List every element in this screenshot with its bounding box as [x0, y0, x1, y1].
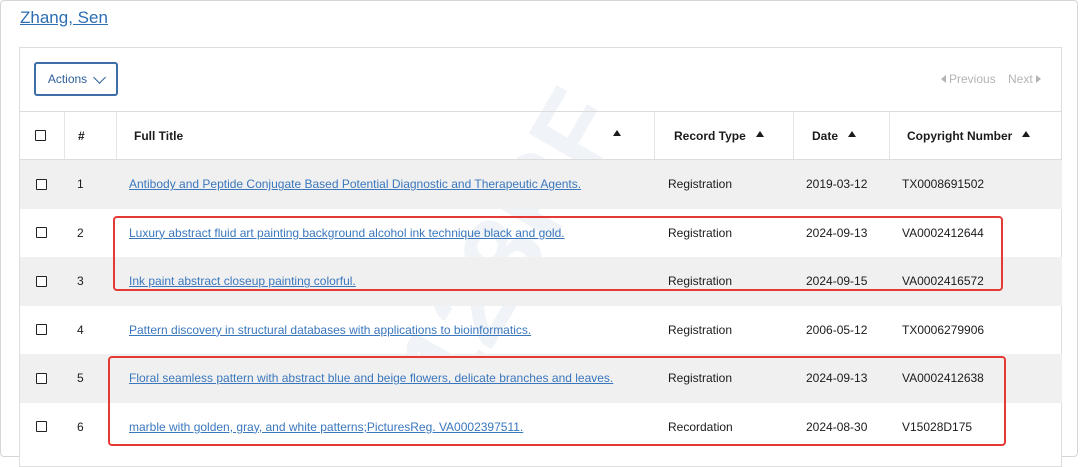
- row-index: 2: [77, 225, 84, 240]
- row-index: 5: [77, 371, 84, 386]
- header-record-type-label: Record Type: [674, 128, 746, 143]
- row-checkbox[interactable]: [36, 275, 47, 287]
- record-title-link[interactable]: Antibody and Peptide Conjugate Based Pot…: [129, 177, 581, 191]
- chevron-down-icon: [93, 70, 107, 84]
- row-title-cell: Pattern discovery in structural database…: [129, 306, 531, 355]
- row-date: 2019-03-12: [806, 177, 868, 192]
- row-select-cell: [36, 160, 47, 209]
- header-copyright-number[interactable]: Copyright Number: [907, 112, 1031, 159]
- row-copyright-number: TX0008691502: [902, 177, 985, 192]
- select-all-cell: [35, 112, 55, 159]
- row-select-cell: [36, 354, 47, 403]
- row-select-cell: [36, 257, 47, 306]
- header-full-title-label: Full Title: [134, 128, 184, 143]
- row-checkbox[interactable]: [36, 324, 47, 336]
- row-select-cell: [36, 403, 47, 452]
- row-copyright-number: TX0006279906: [902, 322, 985, 337]
- sort-up-icon: [613, 130, 621, 136]
- row-index: 1: [77, 177, 84, 192]
- column-divider: [889, 112, 890, 159]
- column-divider: [654, 112, 655, 159]
- header-date[interactable]: Date: [812, 112, 857, 159]
- row-index: 3: [77, 274, 84, 289]
- row-date: 2006-05-12: [806, 322, 868, 337]
- row-checkbox[interactable]: [36, 372, 47, 384]
- header-index: #: [78, 128, 85, 143]
- header-copyright-number-label: Copyright Number: [907, 128, 1013, 143]
- sort-up-icon: [848, 130, 857, 137]
- row-record-type: Registration: [668, 322, 733, 337]
- row-select-cell: [36, 306, 47, 355]
- column-divider: [793, 112, 794, 159]
- previous-label: Previous: [949, 72, 996, 86]
- row-index: 4: [77, 322, 84, 337]
- highlight-box: [113, 216, 1003, 291]
- author-name-link[interactable]: Zhang, Sen: [20, 8, 108, 28]
- sort-up-icon: [755, 130, 764, 137]
- table-header: # Full Title Record Type Date Copyright …: [20, 111, 1062, 160]
- header-record-type[interactable]: Record Type: [674, 112, 764, 159]
- row-select-cell: [36, 209, 47, 258]
- table-row: 1 Antibody and Peptide Conjugate Based P…: [20, 160, 1062, 209]
- column-divider: [64, 112, 65, 159]
- header-full-title[interactable]: Full Title: [134, 112, 654, 159]
- row-index: 6: [77, 419, 84, 434]
- column-divider: [116, 112, 117, 159]
- actions-label: Actions: [47, 72, 88, 86]
- select-all-checkbox[interactable]: [35, 130, 46, 141]
- table-row: 4 Pattern discovery in structural databa…: [20, 306, 1062, 355]
- row-record-type: Registration: [668, 177, 733, 192]
- sort-up-icon: [1022, 130, 1031, 137]
- row-checkbox[interactable]: [36, 178, 47, 190]
- caret-right-icon: [1035, 75, 1041, 83]
- row-checkbox[interactable]: [36, 227, 47, 239]
- next-label: Next: [1008, 72, 1033, 86]
- actions-dropdown-button[interactable]: Actions: [34, 62, 118, 96]
- next-page-button[interactable]: Next: [1008, 72, 1041, 86]
- row-title-cell: Antibody and Peptide Conjugate Based Pot…: [129, 160, 581, 209]
- record-title-link[interactable]: Pattern discovery in structural database…: [129, 323, 531, 337]
- caret-left-icon: [941, 75, 946, 83]
- header-date-label: Date: [812, 128, 839, 143]
- previous-page-button[interactable]: Previous: [941, 72, 996, 86]
- highlight-box: [108, 356, 1006, 446]
- row-checkbox[interactable]: [36, 421, 47, 433]
